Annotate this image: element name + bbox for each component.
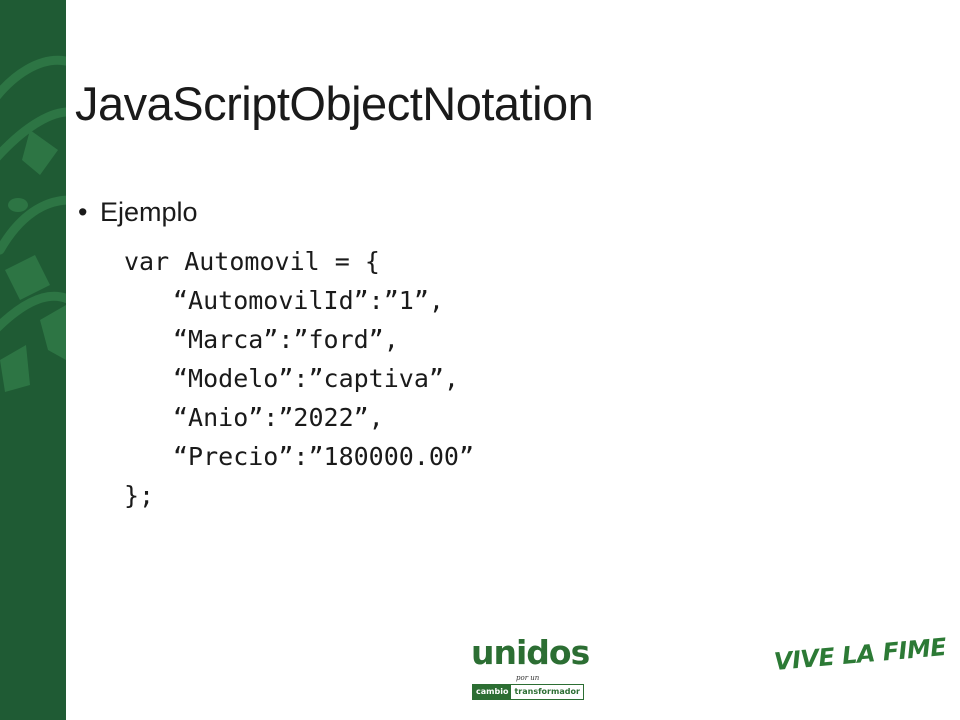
vive-la-fime-logo: VIVE LA FIME bbox=[772, 633, 948, 676]
slide-title: JavaScriptObjectNotation bbox=[75, 77, 594, 130]
unidos-logo-cambio: cambio bbox=[473, 685, 512, 699]
unidos-logo-tagline: cambio transformador bbox=[472, 684, 584, 700]
unidos-logo-small: por un bbox=[516, 674, 540, 682]
bullet-text: Ejemplo bbox=[100, 197, 198, 227]
code-line: var Automovil = { bbox=[124, 247, 380, 276]
unidos-logo-transformador: transformador bbox=[511, 685, 583, 699]
unidos-logo-word: unidos bbox=[471, 633, 590, 672]
code-line: “AutomovilId”:”1”, bbox=[173, 286, 444, 315]
code-line: “Modelo”:”captiva”, bbox=[173, 364, 459, 393]
side-band bbox=[0, 0, 66, 720]
code-line: “Anio”:”2022”, bbox=[173, 403, 384, 432]
unidos-logo: unidos por un cambio transformador bbox=[470, 633, 592, 703]
bullet-marker: • bbox=[78, 197, 88, 227]
code-block: var Automovil = { “AutomovilId”:”1”, “Ma… bbox=[124, 242, 474, 515]
bullet-item: • Ejemplo bbox=[78, 197, 198, 228]
slide: JavaScriptObjectNotation • Ejemplo var Au… bbox=[0, 0, 960, 720]
tiger-emblem-icon bbox=[0, 55, 66, 392]
code-line: “Precio”:”180000.00” bbox=[173, 442, 475, 471]
code-line: “Marca”:”ford”, bbox=[173, 325, 399, 354]
code-line: }; bbox=[124, 481, 155, 510]
